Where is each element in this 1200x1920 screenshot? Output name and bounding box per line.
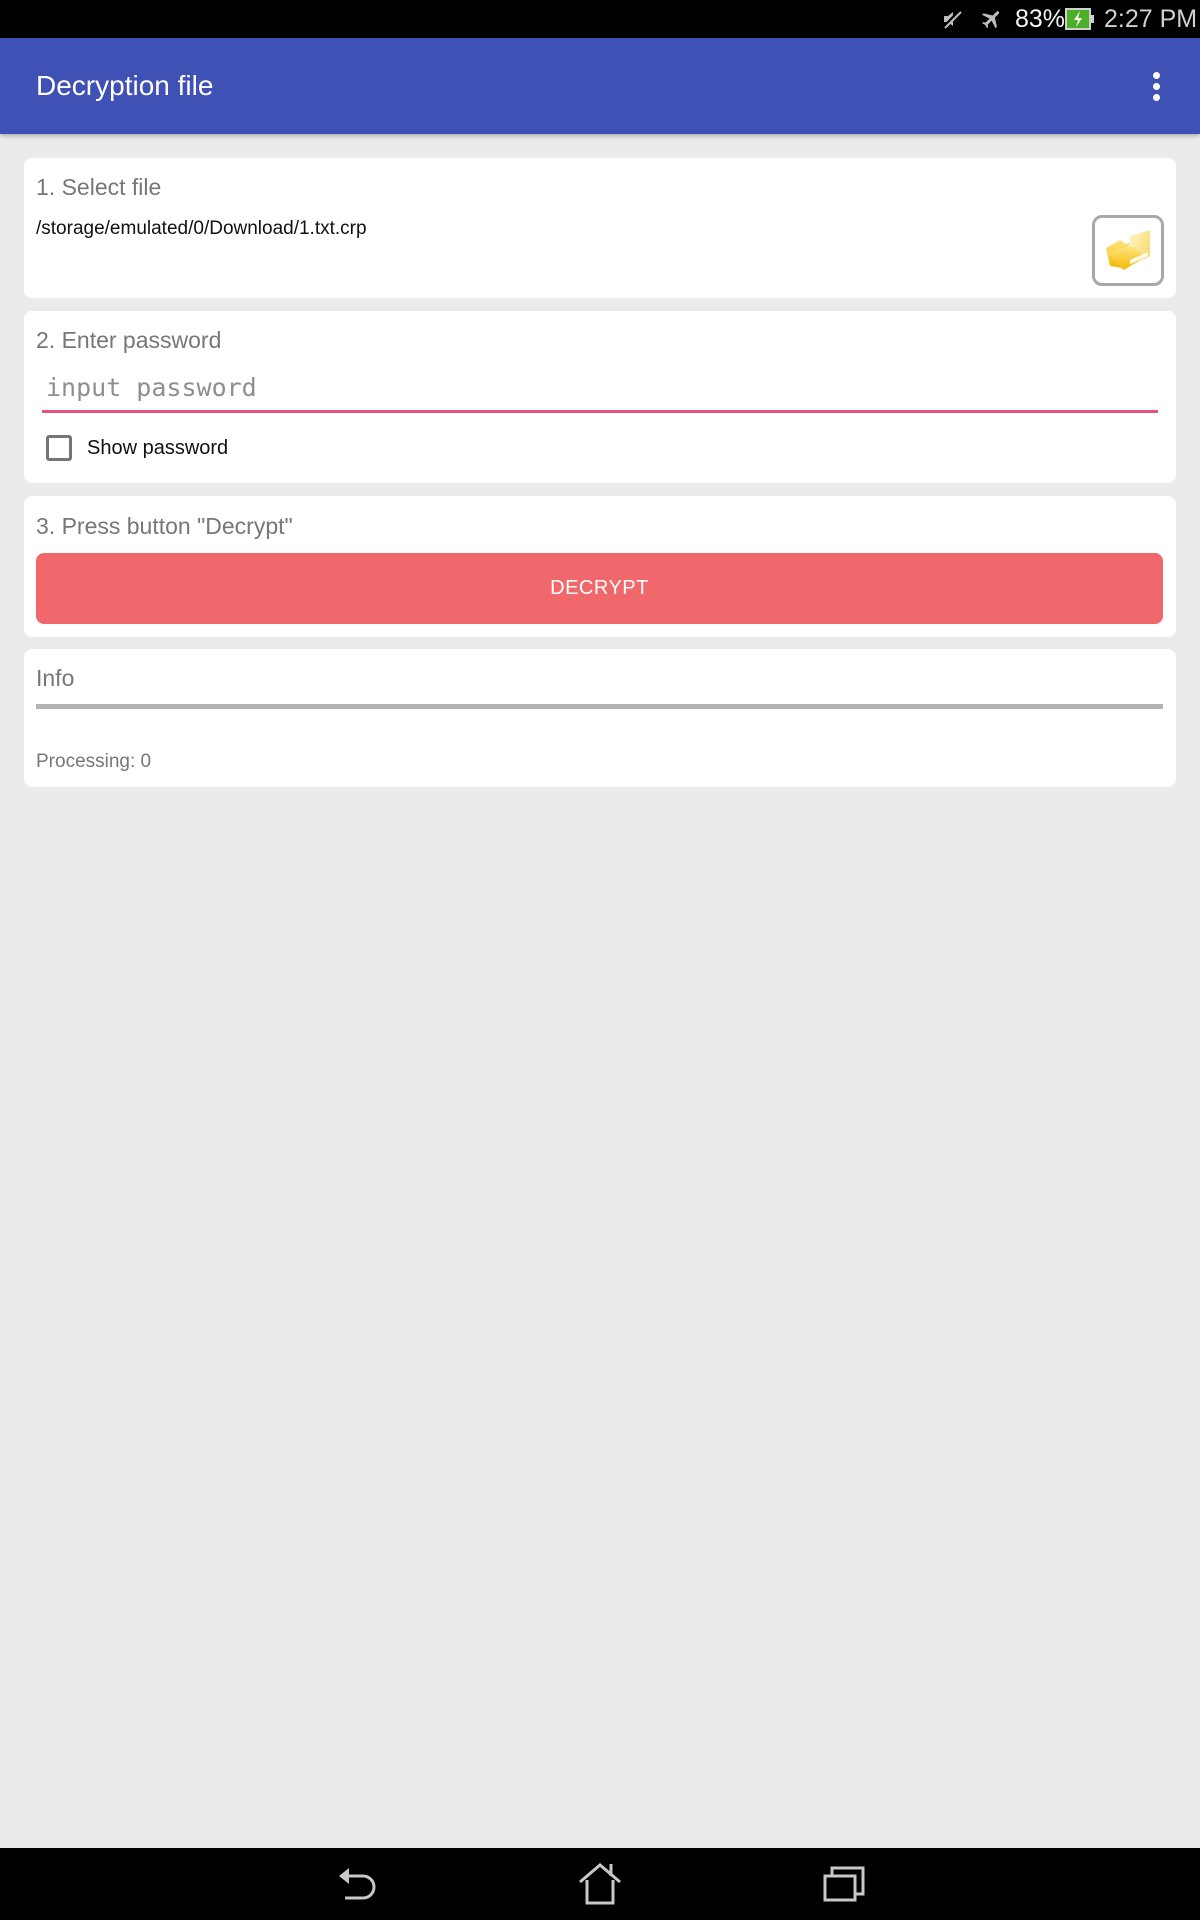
browse-file-button[interactable] bbox=[1092, 215, 1164, 286]
show-password-label: Show password bbox=[87, 436, 229, 459]
back-icon bbox=[339, 1868, 376, 1900]
show-password-toggle[interactable]: Show password bbox=[46, 435, 228, 461]
decrypt-title: 3. Press button "Decrypt" bbox=[36, 513, 293, 539]
home-button[interactable] bbox=[576, 1862, 624, 1906]
folder-open-icon bbox=[1106, 229, 1150, 270]
password-card: 2. Enter password Show password bbox=[24, 311, 1176, 483]
battery-percent: 83% bbox=[1015, 4, 1066, 33]
info-card: Info Processing: 0 bbox=[24, 649, 1176, 787]
recent-apps-button[interactable] bbox=[820, 1862, 868, 1906]
select-file-card: 1. Select file /storage/emulated/0/Downl… bbox=[24, 158, 1176, 298]
selected-file-path: /storage/emulated/0/Download/1.txt.crp bbox=[36, 218, 367, 239]
select-file-title: 1. Select file bbox=[36, 174, 162, 200]
more-vert-icon-dot bbox=[1152, 93, 1160, 101]
status-bar: 83% 2:27 PM bbox=[0, 0, 1200, 38]
more-vert-icon bbox=[1152, 71, 1160, 79]
mute-icon bbox=[940, 0, 966, 38]
battery-charging-icon bbox=[1065, 0, 1097, 38]
show-password-checkbox[interactable] bbox=[46, 435, 72, 461]
home-icon bbox=[579, 1863, 621, 1905]
info-title: Info bbox=[36, 665, 75, 691]
decrypt-card: 3. Press button "Decrypt" DECRYPT bbox=[24, 496, 1176, 637]
recent-apps-icon bbox=[823, 1866, 865, 1902]
clock: 2:27 PM bbox=[1104, 4, 1198, 33]
app-bar: Decryption file bbox=[0, 38, 1200, 134]
back-button[interactable] bbox=[333, 1862, 381, 1906]
password-input[interactable] bbox=[42, 365, 1158, 413]
password-title: 2. Enter password bbox=[36, 327, 222, 353]
airplane-mode-icon bbox=[980, 0, 1006, 38]
processing-status: Processing: 0 bbox=[36, 751, 152, 772]
page-title: Decryption file bbox=[36, 70, 214, 101]
more-vert-icon-dot bbox=[1152, 82, 1160, 90]
info-divider bbox=[36, 704, 1163, 709]
overflow-menu-button[interactable] bbox=[1136, 60, 1176, 112]
decrypt-button[interactable]: DECRYPT bbox=[36, 553, 1163, 624]
navigation-bar bbox=[0, 1848, 1200, 1920]
